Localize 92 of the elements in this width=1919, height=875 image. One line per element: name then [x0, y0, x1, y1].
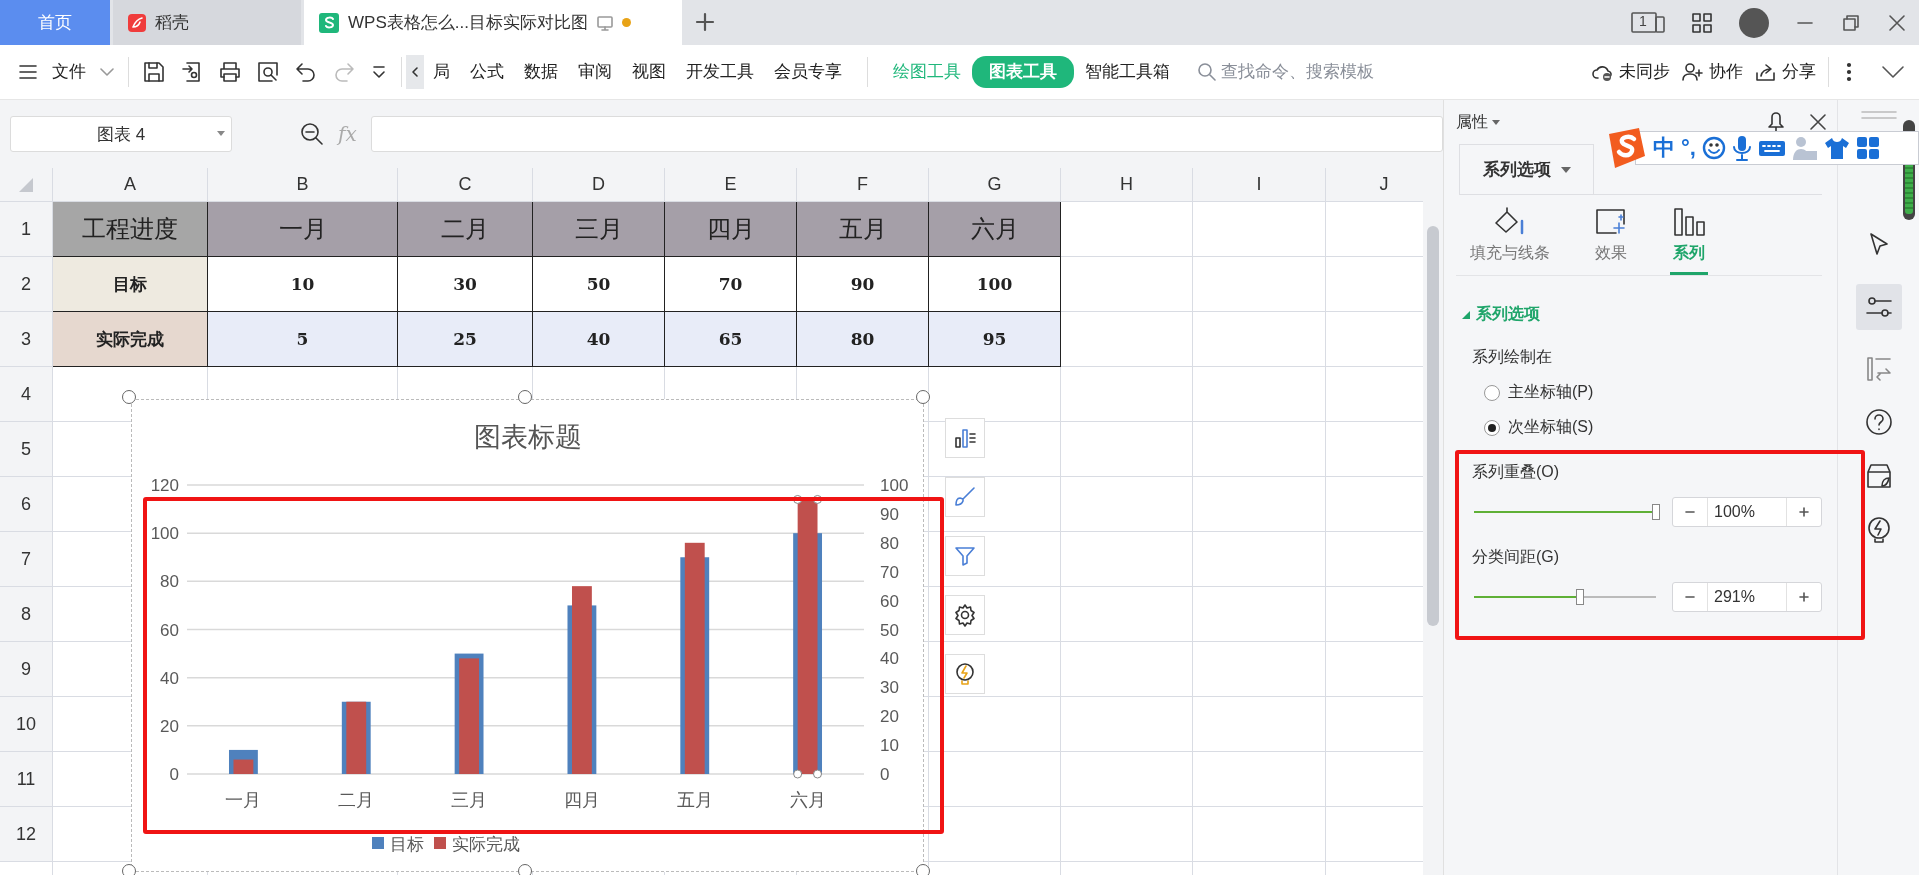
row-header[interactable]: 8 — [0, 587, 53, 642]
axis-label: 100 — [150, 524, 179, 544]
ribbon-tab[interactable]: 会员专享 — [765, 55, 851, 89]
table-cell: 一月 — [208, 202, 398, 257]
column-header[interactable]: A — [53, 168, 208, 202]
group-label: 系列绘制在 — [1472, 347, 1553, 367]
spin-box[interactable]: 291% — [1672, 582, 1822, 612]
radio-option[interactable]: 主坐标轴(P) — [1484, 382, 1837, 403]
column-header[interactable]: C — [398, 168, 533, 202]
category-label: 二月 — [338, 790, 375, 810]
axis-label: 80 — [880, 533, 899, 553]
ribbon-tab[interactable]: 公式 — [461, 55, 513, 89]
table-cell: 80 — [797, 312, 929, 367]
column-header[interactable]: B — [208, 168, 398, 202]
row-header[interactable]: 3 — [0, 312, 53, 367]
ribbon-tab[interactable]: 审阅 — [569, 55, 621, 89]
row-header[interactable]: 11 — [0, 752, 53, 807]
axis-label: 60 — [160, 620, 179, 640]
axis-label: 90 — [880, 504, 899, 524]
slider-label: 分类间距(G) — [1472, 547, 1561, 567]
column-header[interactable]: I — [1193, 168, 1326, 202]
table-cell: 40 — [533, 312, 665, 367]
row-header[interactable]: 6 — [0, 477, 53, 532]
axis-label: 0 — [169, 765, 179, 784]
category-label: 五月 — [676, 790, 713, 810]
table-cell: 25 — [398, 312, 533, 367]
table-cell: 二月 — [398, 202, 533, 257]
axis-label: 20 — [880, 707, 899, 727]
spin-box[interactable]: 100% — [1672, 497, 1822, 527]
row-header[interactable]: 7 — [0, 532, 53, 587]
chart-title: 图表标题 — [474, 422, 582, 452]
column-header[interactable]: D — [533, 168, 665, 202]
row-header[interactable]: 4 — [0, 367, 53, 422]
column-header[interactable]: F — [797, 168, 929, 202]
row-header[interactable]: 1 — [0, 202, 53, 257]
document-tab[interactable]: WPS表格怎么...目标实际对比图 — [304, 0, 682, 45]
row-header[interactable]: 12 — [0, 807, 53, 862]
document-tab[interactable]: 稻壳 — [113, 0, 301, 45]
row-header[interactable]: 2 — [0, 257, 53, 312]
axis-label: 80 — [160, 572, 179, 592]
column-header[interactable]: E — [665, 168, 797, 202]
name-box[interactable]: 图表 4 — [10, 116, 232, 152]
panel-title[interactable]: 属性 — [1456, 111, 1488, 133]
legend-label: 实际完成 — [452, 835, 520, 854]
panel-subtab[interactable]: 填充与线条 — [1468, 195, 1552, 275]
column-header[interactable]: H — [1061, 168, 1193, 202]
row-header[interactable]: 10 — [0, 697, 53, 752]
toolbar-button[interactable]: 分享 — [1755, 61, 1816, 83]
axis-label: 100 — [880, 476, 909, 495]
panel-subtab[interactable]: 效果 — [1592, 195, 1630, 275]
axis-label: 40 — [160, 668, 179, 688]
table-cell: 四月 — [665, 202, 797, 257]
slider-label: 系列重叠(O) — [1472, 462, 1561, 482]
axis-label: 20 — [160, 716, 179, 736]
category-label: 六月 — [789, 790, 826, 810]
column-header[interactable]: J — [1326, 168, 1423, 202]
axis-label: 50 — [880, 620, 899, 640]
ribbon-tab[interactable]: 数据 — [515, 55, 567, 89]
axis-label: 60 — [880, 591, 899, 611]
table-cell: 95 — [929, 312, 1061, 367]
axis-label: 40 — [880, 649, 899, 669]
axis-label: 10 — [880, 736, 899, 756]
table-cell: 65 — [665, 312, 797, 367]
table-cell: 目标 — [53, 257, 208, 312]
radio-option[interactable]: 次坐标轴(S) — [1484, 417, 1837, 438]
table-cell: 五月 — [797, 202, 929, 257]
input-mode-button[interactable]: 中 — [1653, 133, 1675, 163]
table-cell: 5 — [208, 312, 398, 367]
column-header[interactable]: G — [929, 168, 1061, 202]
axis-label: 30 — [880, 678, 899, 698]
category-label: 四月 — [563, 790, 600, 810]
ribbon-tab[interactable]: 智能工具箱 — [1076, 55, 1179, 89]
device-icon[interactable]: 1 — [1631, 10, 1665, 35]
table-cell: 工程进度 — [53, 202, 208, 257]
category-label: 一月 — [225, 790, 262, 810]
table-cell: 实际完成 — [53, 312, 208, 367]
file-menu[interactable]: 文件 — [52, 61, 86, 83]
ribbon-tab[interactable]: 开发工具 — [677, 55, 763, 89]
table-cell: 六月 — [929, 202, 1061, 257]
table-cell: 三月 — [533, 202, 665, 257]
ribbon-tab[interactable]: 视图 — [623, 55, 675, 89]
category-label: 三月 — [451, 790, 488, 810]
toolbar-button[interactable]: 协作 — [1682, 61, 1743, 83]
axis-label: 120 — [150, 476, 179, 495]
toolbar-button[interactable]: 未同步 — [1592, 61, 1670, 83]
row-header[interactable]: 5 — [0, 422, 53, 477]
axis-label: 70 — [880, 562, 899, 582]
punctuation-button[interactable]: °, — [1681, 135, 1696, 161]
axis-label: 0 — [880, 765, 890, 784]
row-header[interactable]: 9 — [0, 642, 53, 697]
legend-label: 目标 — [390, 835, 424, 854]
ribbon-tab[interactable]: 局 — [424, 55, 459, 89]
